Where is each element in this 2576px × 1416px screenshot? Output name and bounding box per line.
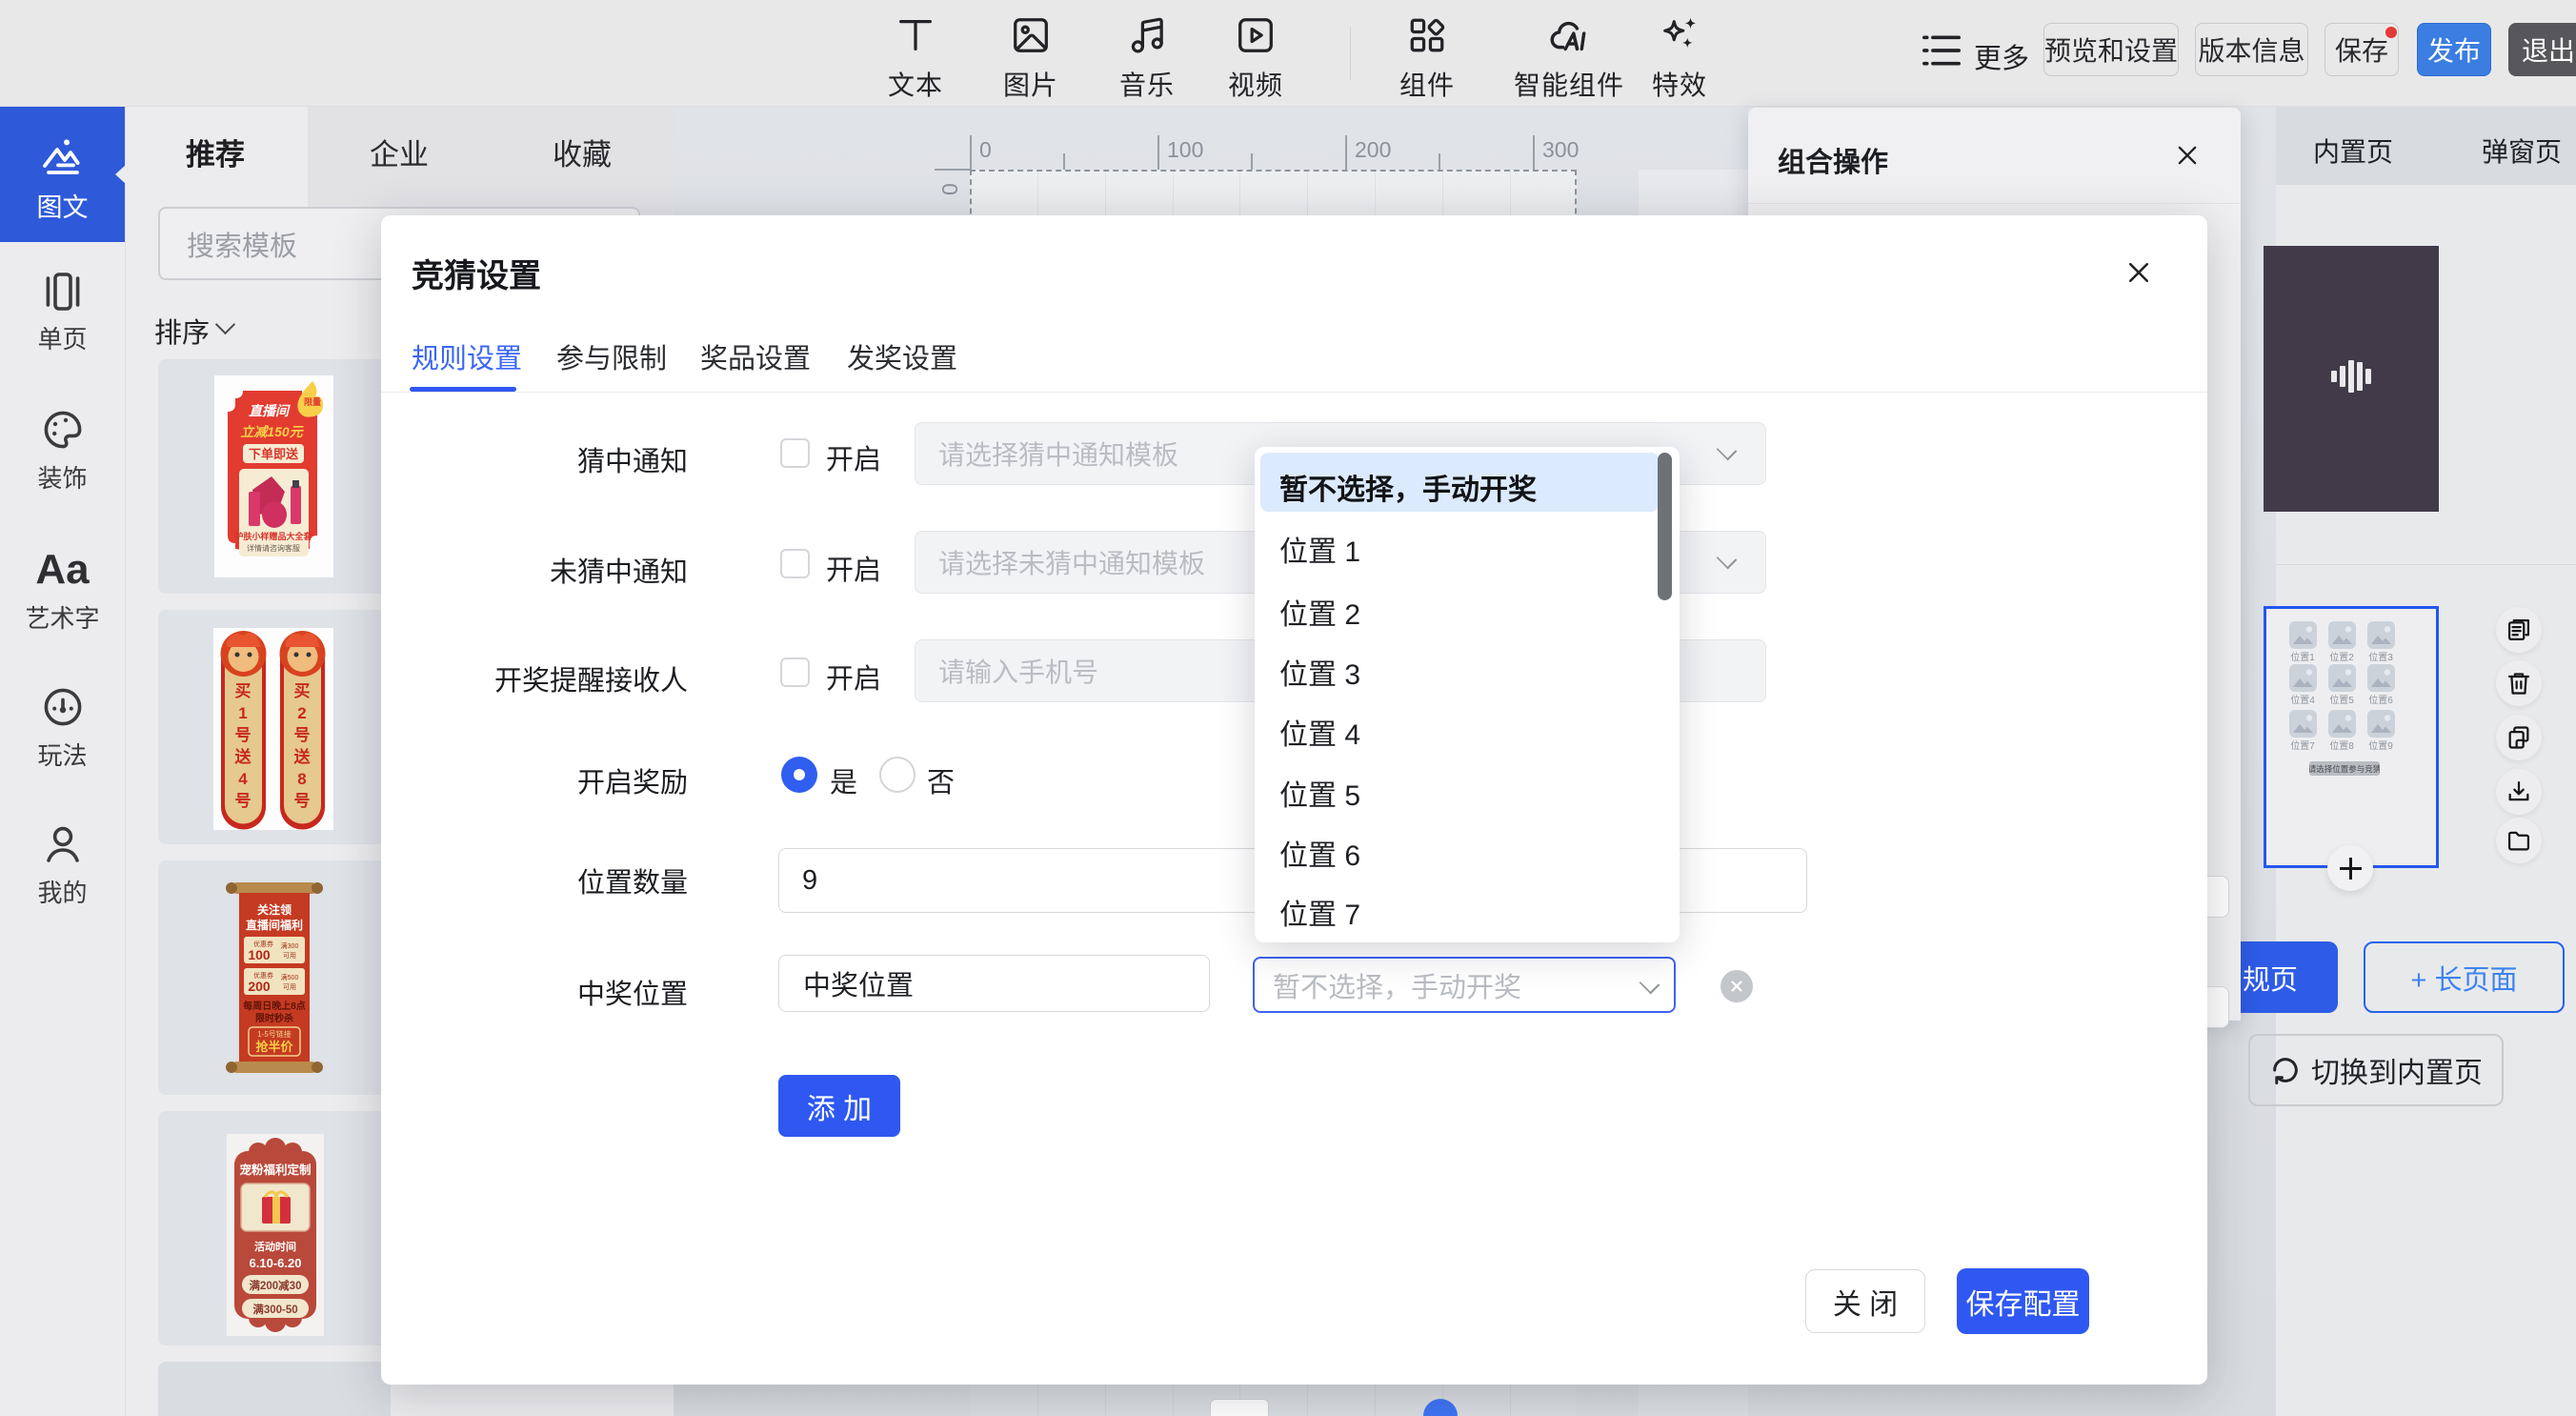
svg-text:关注领: 关注领 — [257, 902, 292, 917]
svg-text:下单即送: 下单即送 — [249, 447, 299, 461]
svg-text:详情请咨询客服: 详情请咨询客服 — [247, 543, 300, 553]
svg-text:可用: 可用 — [283, 952, 296, 960]
svg-text:1: 1 — [238, 704, 247, 722]
svg-text:抢半价: 抢半价 — [255, 1040, 293, 1054]
svg-text:位置4: 位置4 — [2290, 694, 2315, 706]
svg-text:8: 8 — [297, 770, 306, 788]
svg-text:可用: 可用 — [283, 983, 296, 991]
svg-text:号: 号 — [294, 726, 311, 744]
svg-text:满200减30: 满200减30 — [250, 1279, 302, 1292]
svg-text:位置1: 位置1 — [2290, 651, 2315, 663]
svg-text:直播间: 直播间 — [249, 403, 291, 418]
svg-text:位置5: 位置5 — [2329, 694, 2354, 706]
svg-text:买: 买 — [235, 682, 252, 700]
svg-text:满500: 满500 — [281, 973, 299, 981]
svg-text:4: 4 — [238, 770, 248, 788]
svg-text:送: 送 — [235, 747, 252, 766]
svg-text:100: 100 — [248, 947, 271, 962]
svg-text:直播间福利: 直播间福利 — [246, 918, 303, 932]
svg-text:每周日晚上8点: 每周日晚上8点 — [243, 1000, 306, 1012]
svg-text:买: 买 — [294, 682, 311, 700]
svg-text:位置6: 位置6 — [2368, 694, 2393, 706]
svg-text:活动时间: 活动时间 — [254, 1240, 296, 1253]
svg-text:位置9: 位置9 — [2368, 739, 2393, 752]
svg-text:满300-50: 满300-50 — [252, 1303, 297, 1316]
svg-text:号: 号 — [235, 726, 252, 744]
svg-text:立减150元: 立减150元 — [240, 424, 304, 439]
svg-text:限量: 限量 — [304, 396, 321, 407]
svg-text:位置2: 位置2 — [2329, 651, 2354, 663]
svg-text:护肤小样赠品大全套: 护肤小样赠品大全套 — [234, 531, 312, 541]
svg-text:号: 号 — [235, 792, 252, 810]
svg-text:1-5号链接: 1-5号链接 — [257, 1029, 292, 1039]
svg-text:号: 号 — [294, 792, 311, 810]
svg-text:满300: 满300 — [281, 941, 299, 950]
svg-text:位置7: 位置7 — [2290, 739, 2315, 752]
svg-text:位置8: 位置8 — [2329, 739, 2354, 752]
svg-text:限时秒杀: 限时秒杀 — [255, 1012, 293, 1024]
svg-text:宠粉福利定制: 宠粉福利定制 — [239, 1163, 311, 1177]
svg-text:2: 2 — [297, 704, 306, 722]
svg-text:200: 200 — [248, 979, 271, 994]
svg-text:6.10-6.20: 6.10-6.20 — [250, 1256, 302, 1270]
svg-text:送: 送 — [294, 747, 312, 766]
svg-text:位置3: 位置3 — [2368, 651, 2393, 663]
